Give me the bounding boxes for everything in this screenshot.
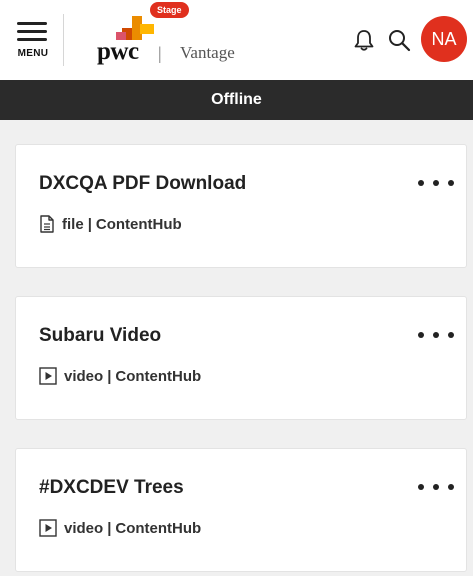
file-icon bbox=[40, 215, 54, 233]
content-card[interactable]: Subaru Video video | ContentHub bbox=[15, 296, 467, 420]
more-options-icon[interactable] bbox=[418, 327, 454, 343]
card-meta: video | ContentHub bbox=[39, 519, 201, 537]
more-options-icon[interactable] bbox=[418, 479, 454, 495]
card-meta: file | ContentHub bbox=[39, 215, 182, 233]
content-type: file bbox=[62, 215, 84, 233]
card-title: Subaru Video bbox=[39, 325, 162, 346]
meta-separator: | bbox=[87, 215, 92, 233]
logo-separator: | bbox=[158, 43, 162, 63]
environment-badge: Stage bbox=[150, 2, 189, 18]
card-meta: video | ContentHub bbox=[39, 367, 201, 385]
meta-separator: | bbox=[107, 367, 112, 385]
app-name: Vantage bbox=[180, 43, 235, 62]
content-type: video bbox=[64, 519, 104, 537]
content-source: ContentHub bbox=[95, 215, 182, 233]
offline-status-bar: Offline bbox=[0, 80, 473, 120]
card-title: DXCQA PDF Download bbox=[39, 173, 247, 194]
logo-wordmark: pwc bbox=[97, 38, 139, 65]
bell-icon[interactable] bbox=[353, 28, 375, 52]
brand-logo[interactable]: pwc | Vantage bbox=[94, 10, 244, 65]
content-card[interactable]: #DXCDEV Trees video | ContentHub bbox=[15, 448, 467, 572]
meta-separator: | bbox=[107, 519, 112, 537]
search-icon[interactable] bbox=[387, 28, 411, 52]
content-source: ContentHub bbox=[115, 519, 202, 537]
menu-icon bbox=[17, 22, 47, 46]
content-source: ContentHub bbox=[115, 367, 202, 385]
content-card[interactable]: DXCQA PDF Download file | ContentHub bbox=[15, 144, 467, 268]
more-options-icon[interactable] bbox=[418, 175, 454, 191]
content-type: video bbox=[64, 367, 104, 385]
menu-label: MENU bbox=[17, 48, 49, 59]
app-header: MENU pwc | Vantage Stage NA bbox=[0, 0, 473, 80]
card-title: #DXCDEV Trees bbox=[39, 477, 184, 498]
header-divider bbox=[63, 14, 64, 66]
video-icon bbox=[39, 519, 57, 537]
video-icon bbox=[39, 367, 57, 385]
menu-button[interactable]: MENU bbox=[10, 18, 56, 64]
user-avatar[interactable]: NA bbox=[421, 16, 467, 62]
